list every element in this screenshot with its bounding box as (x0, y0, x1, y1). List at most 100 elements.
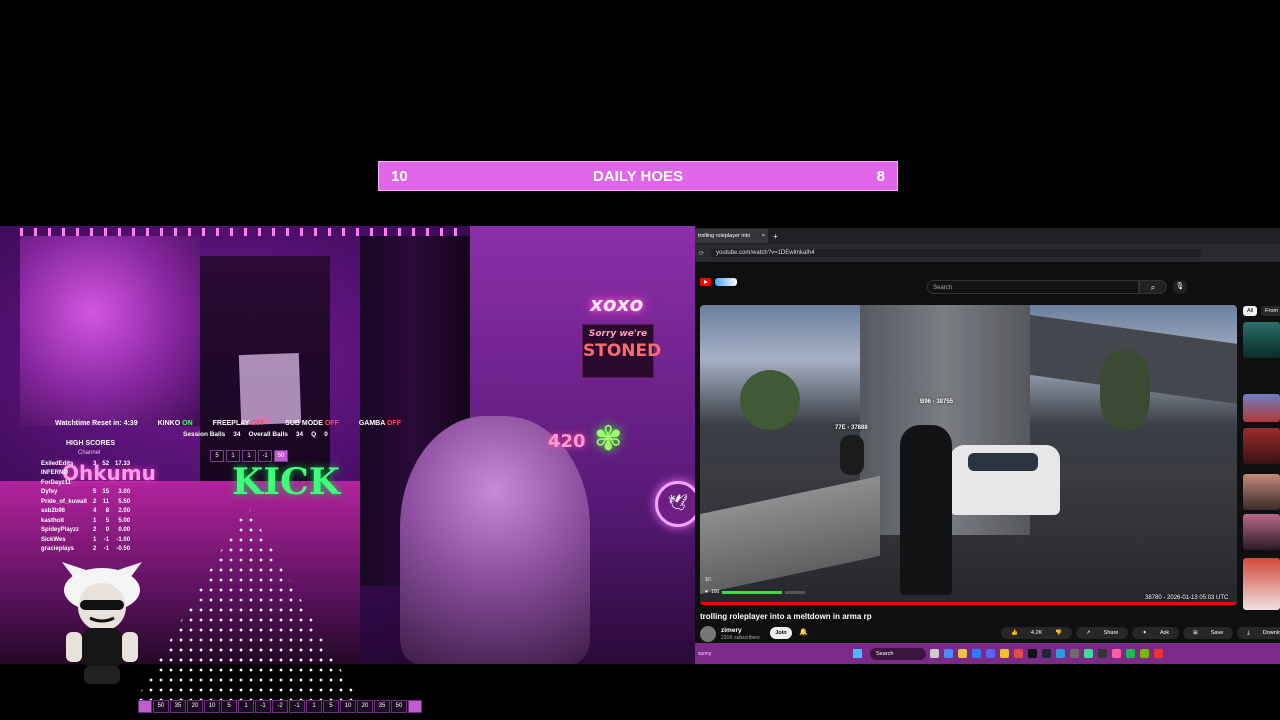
video-progress-bar[interactable] (700, 602, 1237, 605)
dove-badge-icon: 🕊 (655, 481, 695, 527)
cell (112, 478, 133, 488)
kinko-state: ON (182, 420, 193, 427)
bell-icon[interactable]: 🔔 (799, 628, 808, 636)
cell: 4 (93, 508, 97, 515)
like-button[interactable]: 👍 4.2K 👎 (1001, 627, 1073, 639)
cell: 15 (102, 489, 110, 496)
cell: 3 (93, 460, 97, 467)
app-icon[interactable] (1084, 649, 1093, 658)
subscriber-count: 231K subscribers (721, 635, 760, 641)
app-icon[interactable] (944, 649, 953, 658)
recommended-thumbnail[interactable] (1243, 322, 1280, 358)
submode-state: OFF (324, 420, 339, 427)
slot-value: 20 (187, 700, 203, 713)
player-name: ssb2b96 (41, 508, 66, 515)
video-tree (1100, 350, 1150, 430)
player-name: ForDayz11 (41, 479, 72, 486)
app-icon[interactable] (1056, 649, 1065, 658)
banner-left-score: 10 (391, 167, 408, 185)
video-player[interactable]: 77E - 37888 B96 - 38755 $0 ♥ 100 38780 -… (700, 305, 1237, 605)
close-icon[interactable]: × (759, 229, 768, 243)
hud-cash: $0 (705, 577, 712, 583)
fur-chair (400, 416, 590, 664)
app-icon[interactable] (930, 649, 939, 658)
neon-stoned-sign: Sorry we're STONED (582, 324, 661, 378)
spotify-icon[interactable] (1126, 649, 1135, 658)
slot-value: 5 (323, 700, 339, 713)
chrome-icon[interactable] (1000, 649, 1009, 658)
recommended-thumbnail[interactable] (1243, 474, 1280, 510)
gamba-label: GAMBA (358, 420, 386, 427)
video-actions: 👍4.2K👎 ↗Share ✦Ask ⊞Save ⤓Download ··· (1001, 627, 1280, 639)
url-field[interactable]: youtube.com/watch?v=1DEwlmkaIh4 (710, 249, 1203, 257)
freeplay-label: FREEPLAY (212, 420, 250, 427)
slot-value: -1 (255, 700, 271, 713)
video-character (900, 425, 952, 595)
mic-icon[interactable]: 🎙 (1173, 280, 1187, 294)
bookmark-icon: ⊞ (1188, 627, 1203, 639)
session-balls-label: Session Balls (183, 431, 226, 438)
player-tag: 77E - 37888 (835, 425, 868, 431)
table-row: ForDayz11 (38, 478, 133, 488)
mini-score: 1 (226, 450, 240, 462)
cell: 11 (102, 498, 110, 505)
youtube-logo-icon[interactable] (700, 278, 711, 286)
app-icon[interactable] (972, 649, 981, 658)
thumbs-down-icon[interactable]: 👎 (1050, 627, 1068, 639)
table-row: INFERNO (38, 469, 133, 479)
player-name: Dyfey (41, 489, 58, 496)
discord-icon[interactable] (986, 649, 995, 658)
slot-value: 1 (238, 700, 254, 713)
table-row: ExiledEdits 3 52 17.33 (38, 459, 133, 469)
download-button[interactable]: ⤓Download (1237, 627, 1280, 639)
chip-from[interactable]: From (1261, 306, 1280, 316)
cell: -1.00 (116, 536, 131, 543)
ask-button[interactable]: ✦ Ask (1132, 627, 1180, 639)
taskbar-icons (930, 649, 1163, 658)
start-icon[interactable] (853, 649, 862, 658)
search-icon[interactable]: ⌕ (1139, 280, 1167, 294)
chip-all[interactable]: All (1243, 306, 1258, 316)
session-balls-value: 34 (233, 431, 241, 438)
channel-name[interactable]: zimery (721, 627, 742, 634)
cell: 8 (105, 508, 110, 515)
nvidia-icon[interactable] (1140, 649, 1149, 658)
folder-icon[interactable] (958, 649, 967, 658)
steam-icon[interactable] (1042, 649, 1051, 658)
recommended-thumbnail[interactable] (1243, 514, 1280, 550)
search-input[interactable]: Search (927, 280, 1139, 294)
new-tab-button[interactable]: + (768, 232, 778, 241)
taskbar-search[interactable]: Search (870, 647, 926, 660)
watchtime-text: Watchtime Reset in: 4:39 (55, 420, 138, 427)
save-button[interactable]: ⊞ Save (1183, 627, 1234, 639)
share-button[interactable]: ↗ Share (1076, 627, 1129, 639)
recommended-thumbnail[interactable] (1243, 558, 1280, 610)
string-lights (20, 228, 460, 236)
player-name: kasthoit (41, 517, 65, 524)
player-name: SpideyPlayzz (41, 527, 80, 534)
reload-icon[interactable]: ⟳ (695, 250, 704, 257)
windows-taskbar: sunny Search (695, 643, 1280, 664)
app-icon[interactable] (1098, 649, 1107, 658)
health-value: 100 (710, 589, 720, 595)
high-scores-subtitle: Channel (78, 450, 101, 456)
table-row: SpideyPlayzz 2 0 0.00 (38, 526, 133, 536)
submode-label: SUB MODE (285, 420, 323, 427)
browser-tab[interactable]: trolling roleplayer into × (695, 229, 768, 243)
recommended-thumbnail[interactable] (1243, 428, 1280, 464)
download-icon: ⤓ (1242, 627, 1255, 639)
channel-avatar[interactable] (700, 626, 716, 642)
video-title: trolling roleplayer into a meltdown in a… (700, 612, 872, 621)
video-character (840, 435, 864, 475)
app-icon[interactable] (1154, 649, 1163, 658)
app-icon[interactable] (1028, 649, 1037, 658)
app-icon[interactable] (1070, 649, 1079, 658)
recommended-thumbnail[interactable] (1243, 394, 1280, 422)
app-icon[interactable] (1014, 649, 1023, 658)
mini-score: 50 (274, 450, 288, 462)
slot-value: 35 (374, 700, 390, 713)
plinko-slots: 50 35 20 10 5 1 -1 -2 -1 1 5 10 20 35 50 (138, 700, 422, 713)
app-icon[interactable] (1112, 649, 1121, 658)
slot-cap (138, 700, 152, 713)
join-button[interactable]: Join (770, 627, 792, 639)
